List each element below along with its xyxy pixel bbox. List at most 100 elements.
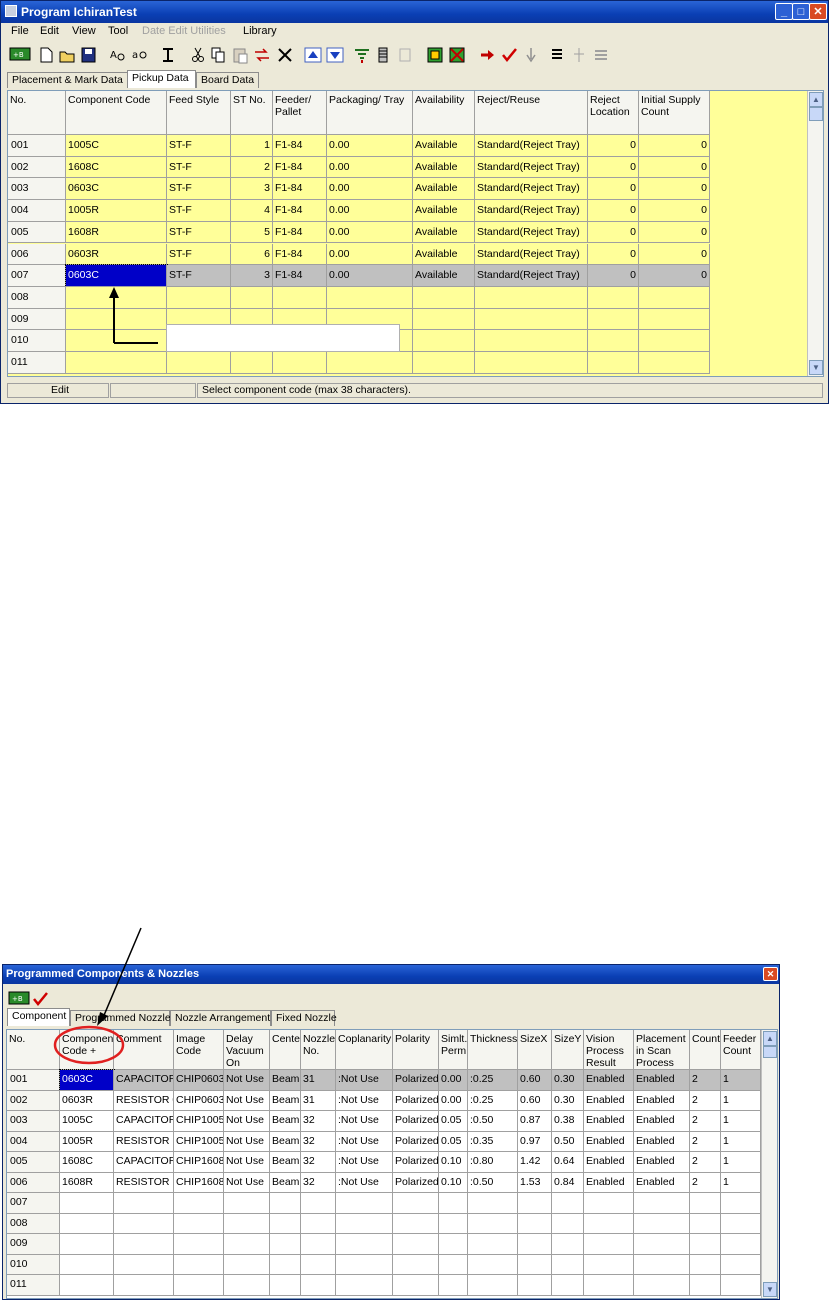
component-cell[interactable] — [393, 1213, 439, 1234]
component-cell[interactable]: :0.35 — [468, 1131, 518, 1152]
component-cell[interactable]: :0.80 — [468, 1152, 518, 1173]
component-cell[interactable]: 1 — [721, 1131, 761, 1152]
component-cell[interactable] — [634, 1193, 690, 1214]
component-cell[interactable]: 1.53 — [518, 1172, 552, 1193]
component-cell[interactable] — [690, 1193, 721, 1214]
component-cell[interactable] — [393, 1193, 439, 1214]
component-cell[interactable] — [439, 1275, 468, 1296]
component-cell[interactable]: 0.38 — [552, 1111, 584, 1132]
component-cell[interactable] — [518, 1254, 552, 1275]
component-cell[interactable] — [518, 1213, 552, 1234]
component-cell[interactable]: Enabled — [634, 1131, 690, 1152]
component-cell[interactable] — [224, 1193, 270, 1214]
component-cell[interactable] — [270, 1254, 301, 1275]
component-cell[interactable]: 0.97 — [518, 1131, 552, 1152]
component-cell[interactable]: CHIP1608 — [174, 1152, 224, 1173]
component-row-number[interactable]: 005 — [7, 1152, 60, 1173]
component-cell[interactable]: Beam — [270, 1131, 301, 1152]
component-cell[interactable]: Beam — [270, 1172, 301, 1193]
component-cell[interactable] — [174, 1193, 224, 1214]
component-cell[interactable] — [270, 1213, 301, 1234]
component-cell[interactable]: 0.10 — [439, 1152, 468, 1173]
component-cell[interactable] — [336, 1254, 393, 1275]
component-cell[interactable] — [301, 1275, 336, 1296]
component-cell[interactable] — [114, 1254, 174, 1275]
component-cell[interactable] — [393, 1275, 439, 1296]
component-cell[interactable] — [224, 1254, 270, 1275]
component-cell[interactable]: 2 — [690, 1172, 721, 1193]
component-cell[interactable] — [336, 1213, 393, 1234]
component-cell[interactable]: 1 — [721, 1152, 761, 1173]
component-cell[interactable]: :Not Use — [336, 1131, 393, 1152]
component-cell[interactable]: CHIP1005 — [174, 1111, 224, 1132]
component-cell[interactable] — [174, 1254, 224, 1275]
component-cell[interactable]: Enabled — [584, 1111, 634, 1132]
component-cell[interactable] — [552, 1275, 584, 1296]
component-cell[interactable] — [270, 1234, 301, 1255]
component-cell[interactable] — [721, 1275, 761, 1296]
component-cell[interactable] — [552, 1193, 584, 1214]
component-cell[interactable] — [270, 1275, 301, 1296]
component-cell[interactable] — [468, 1213, 518, 1234]
component-cell[interactable] — [584, 1213, 634, 1234]
component-cell[interactable] — [690, 1234, 721, 1255]
component-cell[interactable] — [584, 1254, 634, 1275]
component-cell[interactable] — [114, 1234, 174, 1255]
component-cell[interactable] — [721, 1213, 761, 1234]
component-cell[interactable] — [60, 1193, 114, 1214]
component-cell[interactable] — [584, 1234, 634, 1255]
component-cell[interactable]: 0.05 — [439, 1131, 468, 1152]
component-cell[interactable]: Polarized — [393, 1172, 439, 1193]
component-cell[interactable]: RESISTOR 1 — [114, 1131, 174, 1152]
component-cell[interactable]: 1005R — [60, 1131, 114, 1152]
component-cell[interactable]: Not Use — [224, 1172, 270, 1193]
component-cell[interactable] — [270, 1193, 301, 1214]
component-cell[interactable]: 0.84 — [552, 1172, 584, 1193]
component-cell[interactable] — [174, 1213, 224, 1234]
component-cell[interactable]: Beam — [270, 1152, 301, 1173]
component-cell[interactable] — [174, 1234, 224, 1255]
component-cell[interactable]: 1 — [721, 1172, 761, 1193]
component-cell[interactable] — [301, 1213, 336, 1234]
component-cell[interactable]: CAPACITOR — [114, 1111, 174, 1132]
component-cell[interactable] — [60, 1254, 114, 1275]
component-row-number[interactable]: 003 — [7, 1111, 60, 1132]
component-cell[interactable] — [721, 1254, 761, 1275]
component-row-number[interactable]: 004 — [7, 1131, 60, 1152]
component-cell[interactable]: Not Use — [224, 1152, 270, 1173]
component-cell[interactable] — [518, 1193, 552, 1214]
component-row-number[interactable]: 011 — [7, 1275, 60, 1296]
component-cell[interactable]: Not Use — [224, 1111, 270, 1132]
component-cell[interactable] — [690, 1275, 721, 1296]
component-cell[interactable] — [224, 1275, 270, 1296]
component-cell[interactable] — [336, 1275, 393, 1296]
component-cell[interactable]: Polarized — [393, 1152, 439, 1173]
component-row-number[interactable]: 009 — [7, 1234, 60, 1255]
component-cell[interactable]: Enabled — [634, 1152, 690, 1173]
component-cell[interactable] — [468, 1193, 518, 1214]
component-cell[interactable] — [584, 1275, 634, 1296]
component-cell[interactable] — [336, 1193, 393, 1214]
component-cell[interactable] — [468, 1254, 518, 1275]
component-cell[interactable]: 2 — [690, 1111, 721, 1132]
component-cell[interactable] — [552, 1234, 584, 1255]
component-cell[interactable]: 0.64 — [552, 1152, 584, 1173]
component-cell[interactable] — [224, 1234, 270, 1255]
component-cell[interactable]: 32 — [301, 1111, 336, 1132]
component-cell[interactable]: 1608R — [60, 1172, 114, 1193]
component-cell[interactable]: Enabled — [584, 1131, 634, 1152]
component-cell[interactable]: 0.05 — [439, 1111, 468, 1132]
component-row-number[interactable]: 007 — [7, 1193, 60, 1214]
component-cell[interactable]: 32 — [301, 1131, 336, 1152]
component-cell[interactable] — [60, 1234, 114, 1255]
component-cell[interactable]: Beam — [270, 1111, 301, 1132]
component-row-number[interactable]: 008 — [7, 1213, 60, 1234]
component-cell[interactable]: :Not Use — [336, 1111, 393, 1132]
component-cell[interactable] — [336, 1234, 393, 1255]
component-cell[interactable] — [634, 1234, 690, 1255]
component-cell[interactable]: Polarized — [393, 1131, 439, 1152]
component-cell[interactable] — [224, 1213, 270, 1234]
component-cell[interactable]: 1.42 — [518, 1152, 552, 1173]
component-cell[interactable]: :Not Use — [336, 1152, 393, 1173]
component-cell[interactable]: Enabled — [584, 1172, 634, 1193]
